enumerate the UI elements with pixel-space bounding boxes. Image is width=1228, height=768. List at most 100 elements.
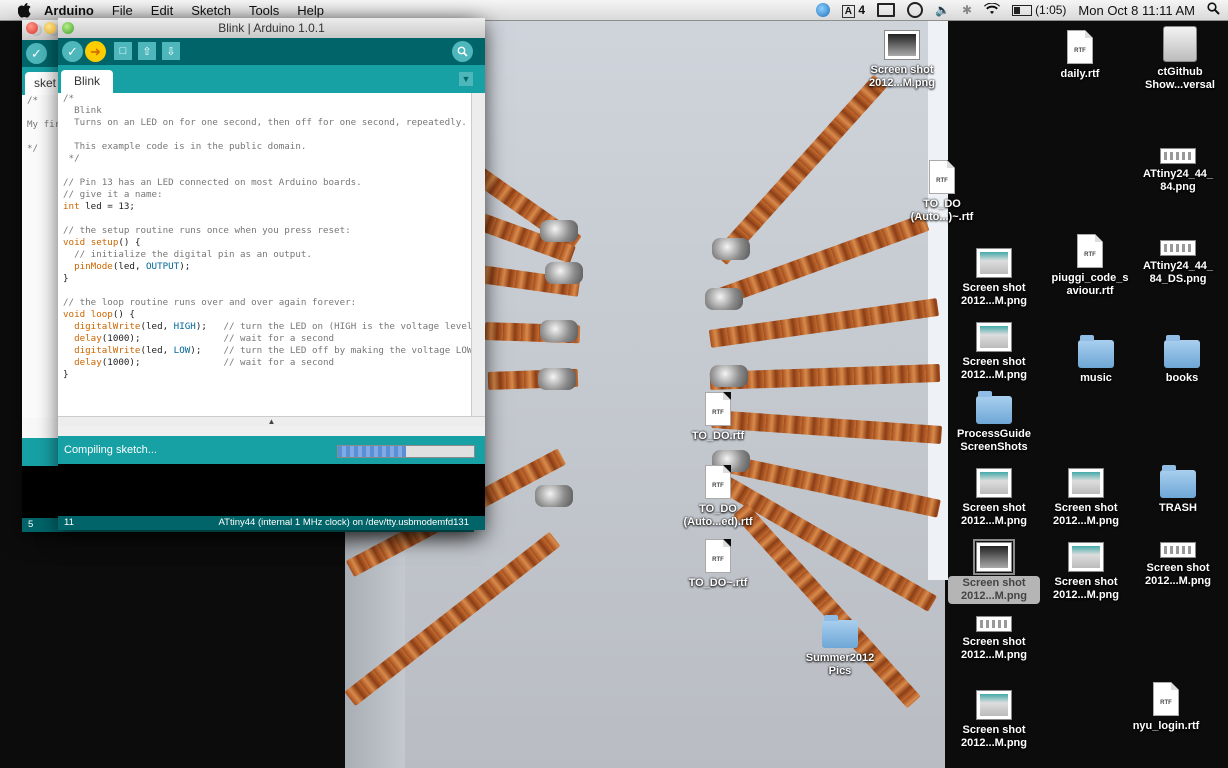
rtf-document-icon: RTF — [705, 465, 731, 499]
volume-icon[interactable]: 🔈 — [935, 3, 950, 17]
solder-joint — [710, 365, 748, 387]
folder-icon — [1078, 335, 1114, 368]
menu-help[interactable]: Help — [297, 3, 324, 18]
image-file-icon — [1160, 542, 1196, 558]
rtf-document-icon: RTF — [929, 160, 955, 194]
adobe-count: 4 — [858, 3, 866, 17]
desktop-icon-attiny[interactable]: ATtiny24_44_ 84.png — [1132, 148, 1224, 194]
split-handle-icon[interactable]: ▲ — [268, 417, 276, 426]
desktop-icon-process-guide[interactable]: ProcessGuide ScreenShots — [948, 391, 1040, 454]
desktop-icon-attiny-ds[interactable]: ATtiny24_44_ 84_DS.png — [1132, 240, 1224, 286]
vertical-scrollbar[interactable] — [471, 93, 485, 416]
desktop-icon-screenshot[interactable]: Screen shot 2012...M.png — [1040, 542, 1132, 602]
menu-app-arduino[interactable]: Arduino — [44, 3, 94, 18]
rtf-document-icon: RTF — [1067, 30, 1093, 64]
apple-icon[interactable] — [16, 2, 32, 18]
desktop-icon-disk[interactable]: ctGithub Show...versal — [1134, 26, 1226, 92]
desktop-icon-screenshot[interactable]: Screen shot 2012...M.png — [948, 468, 1040, 528]
desktop-icon-piuggi[interactable]: RTF piuggi_code_s aviour.rtf — [1044, 234, 1136, 298]
arduino-window[interactable]: Blink | Arduino 1.0.1 ✓ ➜ □ ⇧ ⇩ Blink ▼ … — [26, 18, 485, 530]
desktop-icon-screenshot[interactable]: Screen shot 2012...M.png — [948, 322, 1040, 382]
folder-icon — [822, 615, 858, 648]
menu-edit[interactable]: Edit — [151, 3, 173, 18]
serial-monitor-button[interactable] — [452, 41, 473, 62]
desktop-icon-screenshot-selected[interactable]: Screen shot 2012...M.png — [948, 539, 1040, 604]
desktop-icon-label: books — [1165, 372, 1199, 384]
desktop-icon-todo-auto-ed[interactable]: RTF TO_DO (Auto...ed).rtf — [672, 465, 764, 529]
display-icon[interactable] — [877, 3, 896, 17]
spotlight-icon[interactable] — [1207, 2, 1220, 18]
desktop-icon-nyu-login[interactable]: RTF nyu_login.rtf — [1120, 682, 1212, 733]
image-file-icon — [1068, 542, 1104, 572]
desktop-icon-todo-tilde[interactable]: RTF TO_DO~.rtf — [672, 539, 764, 590]
globe-icon[interactable] — [815, 3, 830, 17]
desktop-icon-screenshot[interactable]: Screen shot 2012...M.png — [948, 690, 1040, 750]
desktop-icon-label: Summer2012 Pics — [805, 652, 875, 677]
status-message: Compiling sketch... — [64, 444, 157, 456]
code-text: /* Blink Turns on an LED on for one seco… — [63, 93, 478, 380]
desktop-icon-label: Screen shot 2012...M.png — [1052, 502, 1120, 527]
desktop-icon-screenshot[interactable]: Screen shot 2012...M.png — [856, 30, 948, 90]
menu-sketch[interactable]: Sketch — [191, 3, 231, 18]
close-button[interactable] — [26, 22, 38, 34]
open-button[interactable]: ⇧ — [138, 42, 156, 60]
solder-joint — [545, 262, 583, 284]
menubar-clock[interactable]: Mon Oct 8 11:11 AM — [1078, 3, 1195, 18]
tab-menu-icon[interactable]: ▼ — [459, 72, 473, 86]
desktop-icon-label: Screen shot 2012...M.png — [1144, 562, 1212, 587]
desktop-icon-label: Screen shot 2012...M.png — [960, 356, 1028, 381]
desktop-icon-daily[interactable]: RTF daily.rtf — [1034, 30, 1126, 81]
time-machine-icon[interactable] — [907, 2, 924, 18]
editor-divider[interactable] — [58, 426, 485, 436]
battery-icon[interactable]: (1:05) — [1012, 3, 1066, 17]
desktop-icon-screenshot[interactable]: Screen shot 2012...M.png — [948, 248, 1040, 308]
image-file-icon — [973, 539, 1015, 575]
folder-icon — [1160, 465, 1196, 498]
desktop-icon-todo-auto[interactable]: RTF TO_DO (Auto...)~.rtf — [896, 160, 988, 224]
folder-icon — [976, 391, 1012, 424]
bluetooth-icon[interactable]: ✱ — [962, 3, 972, 17]
desktop-icon-label: music — [1080, 372, 1112, 384]
desktop-icon-label: ctGithub Show...versal — [1145, 66, 1215, 91]
footer: 11 ATtiny44 (internal 1 MHz clock) on /d… — [58, 516, 485, 530]
image-file-icon — [976, 248, 1012, 278]
folder-icon — [1164, 335, 1200, 368]
desktop-icon-label: Screen shot 2012...M.png — [868, 64, 936, 89]
desktop-icon-label: Screen shot 2012...M.png — [960, 636, 1028, 661]
solder-joint — [535, 485, 573, 507]
new-button[interactable]: □ — [114, 42, 132, 60]
desktop-icon-trash[interactable]: TRASH — [1132, 465, 1224, 515]
solder-joint — [538, 368, 576, 390]
image-file-icon — [976, 322, 1012, 352]
desktop-icon-books[interactable]: books — [1136, 335, 1228, 385]
desktop-icon-label: TO_DO.rtf — [691, 430, 745, 442]
titlebar[interactable]: Blink | Arduino 1.0.1 — [26, 18, 485, 39]
console-output[interactable] — [58, 464, 485, 516]
desktop-icon-summer-pics[interactable]: Summer2012 Pics — [794, 615, 886, 678]
zoom-button[interactable] — [62, 22, 74, 34]
desktop-icon-music[interactable]: music — [1050, 335, 1142, 385]
desktop-icon-label: Screen shot 2012...M.png — [960, 502, 1028, 527]
hard-drive-icon — [1163, 26, 1197, 62]
code-editor[interactable]: /* Blink Turns on an LED on for one seco… — [58, 93, 485, 416]
desktop-icon-screenshot[interactable]: Screen shot 2012...M.png — [1040, 468, 1132, 528]
desktop-icon-label: TO_DO (Auto...ed).rtf — [683, 503, 753, 528]
desktop-icon-todo[interactable]: RTF TO_DO.rtf — [672, 392, 764, 443]
minimize-button[interactable] — [44, 22, 56, 34]
adobe-icon[interactable]: A 4 — [841, 3, 866, 18]
upload-button[interactable]: ➜ — [85, 41, 106, 62]
desktop-icon-label: ATtiny24_44_ 84.png — [1142, 168, 1214, 193]
solder-joint — [540, 220, 578, 242]
menu-tools[interactable]: Tools — [249, 3, 279, 18]
tab-blink[interactable]: Blink — [61, 70, 113, 93]
desktop-icon-label: Screen shot 2012...M.png — [960, 282, 1028, 307]
desktop-icon-label: ATtiny24_44_ 84_DS.png — [1142, 260, 1214, 285]
desktop-icon-label: TO_DO (Auto...)~.rtf — [910, 198, 974, 223]
desktop-icon-screenshot[interactable]: Screen shot 2012...M.png — [1132, 542, 1224, 588]
verify-button[interactable]: ✓ — [26, 43, 47, 64]
save-button[interactable]: ⇩ — [162, 42, 180, 60]
menu-file[interactable]: File — [112, 3, 133, 18]
verify-button[interactable]: ✓ — [62, 41, 83, 62]
desktop-icon-screenshot[interactable]: Screen shot 2012...M.png — [948, 616, 1040, 662]
wifi-icon[interactable] — [984, 2, 1001, 18]
